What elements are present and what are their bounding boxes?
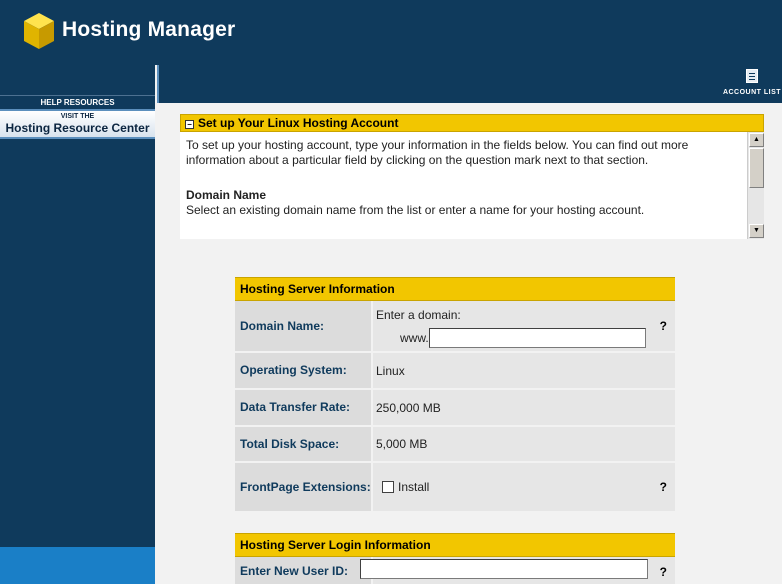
info-domain-text: Select an existing domain name from the … [186, 203, 645, 217]
scroll-down-arrow-icon[interactable]: ▼ [749, 224, 764, 238]
domain-help-icon[interactable]: ? [660, 319, 667, 333]
yellow-cube-icon [24, 13, 54, 49]
hosting-server-info-section: Hosting Server Information Domain Name: … [235, 277, 675, 513]
data-transfer-row: Data Transfer Rate: 250,000 MB [235, 390, 675, 427]
frontpage-cell: Install ? [373, 463, 675, 511]
disk-space-label: Total Disk Space: [235, 427, 371, 461]
info-panel-title: Set up Your Linux Hosting Account [198, 116, 399, 130]
section-header: Hosting Server Information [235, 277, 675, 301]
install-checkbox[interactable] [382, 481, 394, 493]
app-title: Hosting Manager [62, 18, 236, 41]
domain-name-cell: Enter a domain: www. ? [373, 301, 675, 351]
hosting-login-info-section: Hosting Server Login Information Enter N… [235, 533, 675, 584]
frontpage-row: FrontPage Extensions: Install ? [235, 463, 675, 513]
left-sidebar [0, 65, 155, 584]
data-transfer-label: Data Transfer Rate: [235, 390, 371, 425]
info-panel-body: To set up your hosting account, type you… [180, 132, 745, 239]
setup-info-panel: − Set up Your Linux Hosting Account To se… [180, 114, 764, 239]
section-header: Hosting Server Login Information [235, 533, 675, 557]
operating-system-value: Linux [373, 353, 675, 388]
scrollbar-thumb[interactable] [749, 148, 764, 188]
collapse-icon[interactable]: − [185, 120, 194, 129]
frontpage-help-icon[interactable]: ? [660, 480, 667, 494]
list-icon [746, 69, 758, 83]
help-resources-heading: HELP RESOURCES [0, 95, 155, 108]
user-id-input[interactable] [360, 559, 648, 579]
info-scrollbar[interactable]: ▲ ▼ [747, 132, 764, 239]
main-content: − Set up Your Linux Hosting Account To se… [157, 103, 782, 584]
top-toolbar: ACCOUNT LIST [157, 65, 782, 103]
user-id-help-icon[interactable]: ? [660, 565, 667, 579]
operating-system-label: Operating System: [235, 353, 371, 388]
info-domain-heading: Domain Name [186, 188, 267, 202]
www-prefix: www. [400, 331, 429, 345]
sidebar-footer [0, 547, 155, 584]
banner-resource-center-text: Hosting Resource Center [5, 121, 150, 135]
app-header: Hosting Manager [0, 0, 782, 65]
domain-input[interactable] [429, 328, 646, 348]
info-intro-text: To set up your hosting account, type you… [186, 138, 689, 167]
user-id-row: Enter New User ID: ? [235, 557, 675, 584]
disk-space-value: 5,000 MB [373, 427, 675, 461]
operating-system-row: Operating System: Linux [235, 353, 675, 390]
domain-prompt: Enter a domain: [376, 308, 461, 322]
banner-visit-the-text: VISIT THE [60, 113, 95, 120]
user-id-cell: ? [360, 557, 675, 584]
info-panel-header[interactable]: − Set up Your Linux Hosting Account [180, 114, 764, 132]
scroll-up-arrow-icon[interactable]: ▲ [749, 133, 764, 147]
hosting-resource-center-link[interactable]: VISIT THE Hosting Resource Center [0, 109, 155, 139]
install-label: Install [398, 480, 430, 494]
frontpage-label: FrontPage Extensions: [235, 463, 371, 511]
data-transfer-value: 250,000 MB [373, 390, 675, 425]
account-list-label: ACCOUNT LIST [722, 89, 782, 96]
domain-name-row: Domain Name: Enter a domain: www. ? [235, 301, 675, 353]
user-id-label: Enter New User ID: [235, 557, 371, 584]
domain-name-label: Domain Name: [235, 301, 371, 351]
disk-space-row: Total Disk Space: 5,000 MB [235, 427, 675, 463]
account-list-button[interactable]: ACCOUNT LIST [722, 69, 782, 96]
